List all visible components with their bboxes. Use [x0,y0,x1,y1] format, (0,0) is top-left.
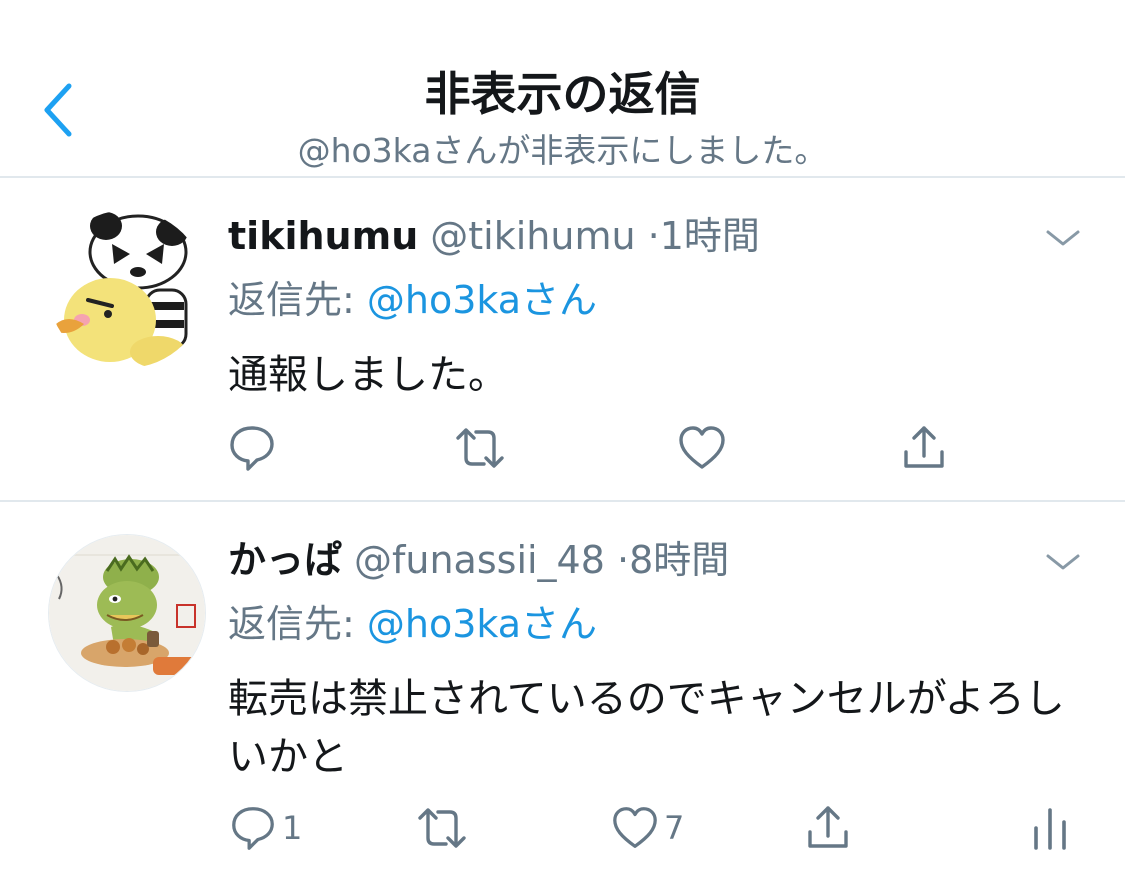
handle[interactable]: @tikihumu [430,214,635,258]
display-name[interactable]: tikihumu [228,214,418,258]
tweet[interactable]: tikihumu @tikihumu ·1時間 返信先: @ho3kaさん 通報し… [0,206,1125,496]
retweet-icon [456,428,504,468]
analytics-button[interactable] [1030,796,1070,860]
share-button[interactable] [898,416,950,480]
reply-mention-link[interactable]: @ho3kaさん [367,602,597,646]
tweet-header: かっぱ @funassii_48 ·8時間 [228,530,729,590]
avatar[interactable] [48,210,206,368]
tweet-actions [0,416,1125,480]
chevron-down-icon [1046,554,1080,570]
retweet-button[interactable] [414,796,470,860]
divider [0,176,1125,178]
avatar[interactable] [48,534,206,692]
reply-button[interactable]: 1 [228,796,302,860]
page-subtitle: @ho3kaさんが非表示にしました。 [297,131,828,170]
like-button[interactable]: 7 [610,796,684,860]
tweet-actions: 1 7 [0,796,1125,860]
analytics-icon [1034,808,1066,850]
header: 非表示の返信 @ho3kaさんが非表示にしました。 [0,0,1125,177]
retweet-button[interactable] [452,416,508,480]
separator: · [617,538,630,582]
reply-count: 1 [282,809,303,847]
tweet-text: 転売は禁止されているのでキャンセルがよろしいかと [228,676,1065,780]
reply-context: 返信先: @ho3kaさん [228,272,597,328]
separator: · [647,214,660,258]
reply-context: 返信先: @ho3kaさん [228,596,597,652]
avatar-image-kappa [49,535,205,691]
share-icon [808,806,848,848]
hidden-replies-screen: 非表示の返信 @ho3kaさんが非表示にしました。 tikihumu @tiki… [0,0,1125,879]
like-button[interactable] [676,416,728,480]
share-button[interactable] [802,796,854,860]
handle[interactable]: @funassii_48 [354,538,605,582]
share-icon [904,426,944,468]
divider [0,500,1125,502]
tweet-menu-caret[interactable] [1040,546,1086,576]
tweet-header: tikihumu @tikihumu ·1時間 [228,206,760,266]
retweet-icon [418,808,466,848]
reply-label: 返信先: [228,278,355,322]
chevron-down-icon [1046,230,1080,246]
tweet-text: 通報しました。 [228,352,508,398]
timestamp[interactable]: 8時間 [629,538,729,582]
tweet[interactable]: かっぱ @funassii_48 ·8時間 返信先: @ho3kaさん 転売は禁止… [0,530,1125,879]
reply-label: 返信先: [228,602,355,646]
tweet-menu-caret[interactable] [1040,222,1086,252]
avatar-image-duck-panda [48,210,206,368]
reply-mention-link[interactable]: @ho3kaさん [367,278,597,322]
like-count: 7 [664,809,685,847]
display-name[interactable]: かっぱ [228,538,342,582]
heart-icon [613,807,657,848]
reply-icon [232,807,274,850]
reply-button[interactable] [226,416,278,480]
timestamp[interactable]: 1時間 [660,214,760,258]
reply-icon [230,426,274,471]
heart-icon [679,426,725,469]
page-title: 非表示の返信 [424,67,701,121]
